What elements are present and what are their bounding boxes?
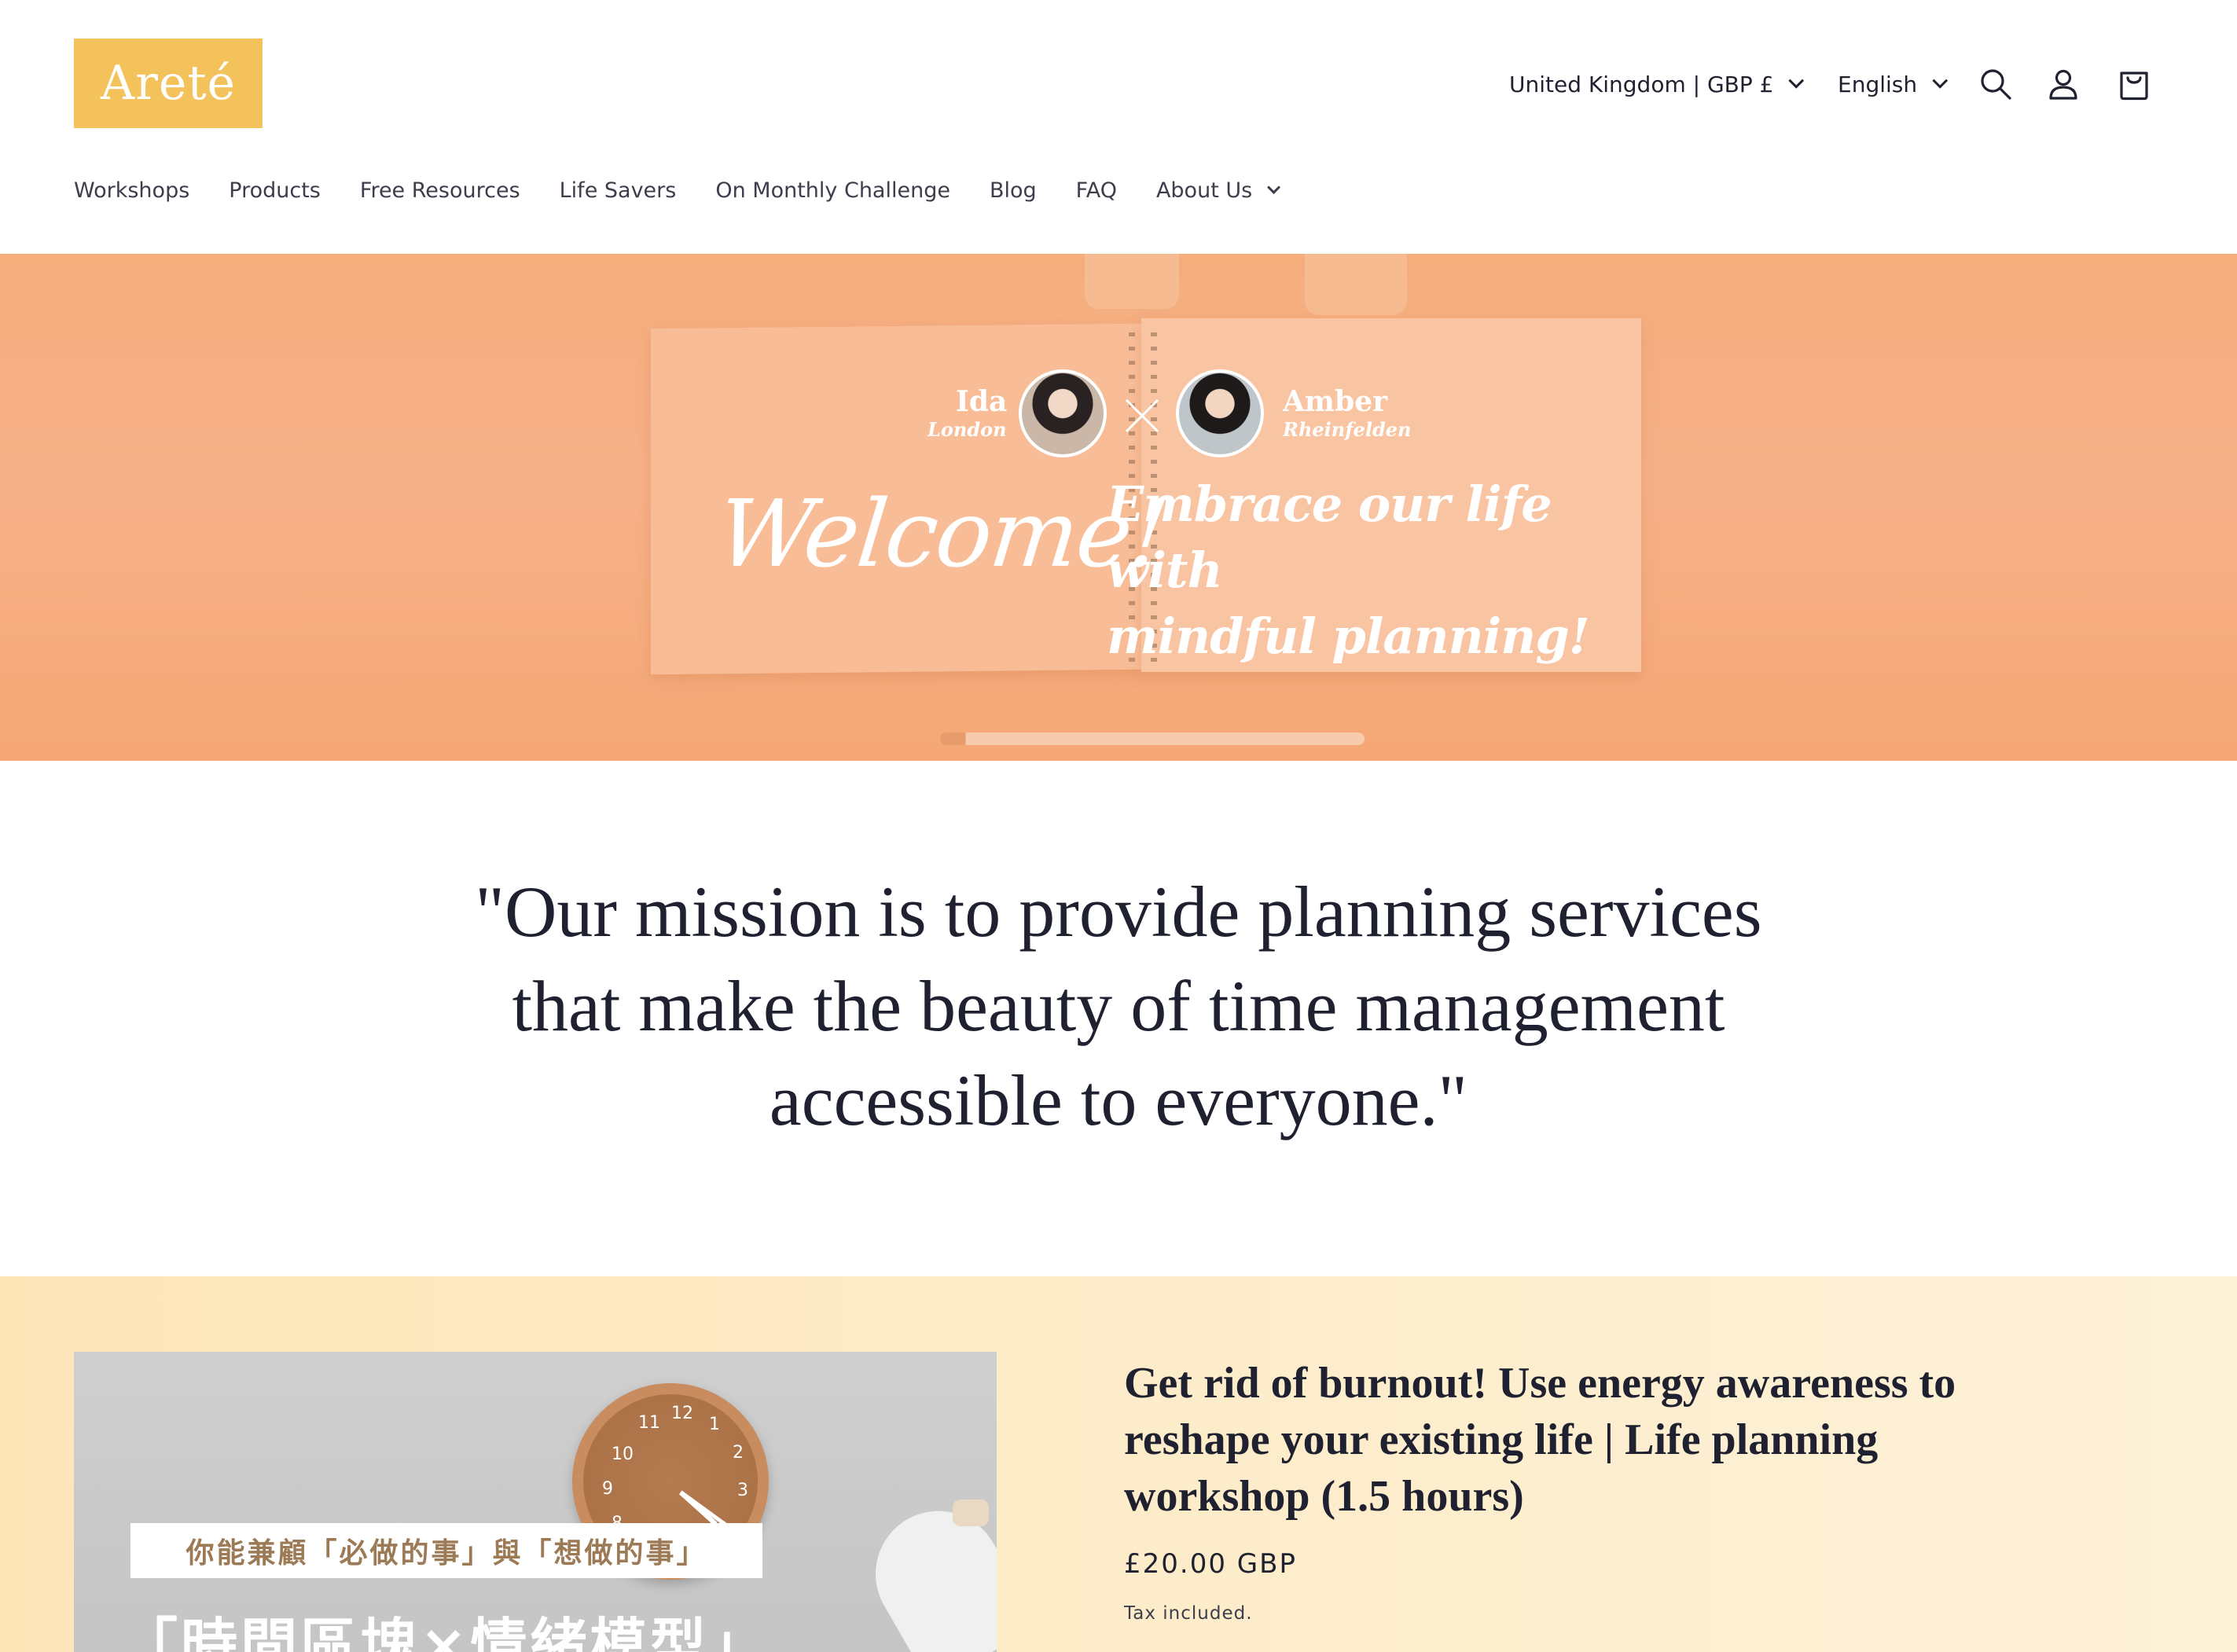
hero-tagline-line: mindful planning! bbox=[1107, 608, 1590, 665]
nav-label: Products bbox=[229, 178, 321, 203]
avatar-ida bbox=[1019, 369, 1107, 457]
site-header: Areté United Kingdom | GBP £ English Wor… bbox=[0, 0, 2237, 254]
cart-button[interactable] bbox=[2110, 60, 2158, 108]
chevron-down-icon bbox=[1788, 72, 1805, 89]
nav-label: About Us bbox=[1155, 178, 1253, 203]
nav-label: On Monthly Challenge bbox=[715, 178, 950, 203]
chevron-down-icon bbox=[1267, 180, 1281, 194]
nav-item-monthly-challenge[interactable]: On Monthly Challenge bbox=[715, 178, 950, 203]
nav-item-products[interactable]: Products bbox=[229, 178, 321, 203]
nav-item-faq[interactable]: FAQ bbox=[1076, 178, 1117, 203]
nav-label: Workshops bbox=[74, 178, 190, 203]
clock-number: 3 bbox=[737, 1481, 748, 1500]
mission-quote: "Our mission is to provide planning serv… bbox=[475, 872, 1762, 1140]
hero-tagline-line: Embrace our life with bbox=[1107, 475, 1552, 599]
nav-item-free-resources[interactable]: Free Resources bbox=[360, 178, 520, 203]
product-price: £20.00 GBP bbox=[1124, 1548, 1297, 1580]
clock-number: 11 bbox=[638, 1413, 660, 1433]
country-selector-label: United Kingdom | GBP £ bbox=[1509, 71, 1774, 97]
nav-item-blog[interactable]: Blog bbox=[990, 178, 1037, 203]
nav-label: Life Savers bbox=[559, 178, 677, 203]
nav-label: FAQ bbox=[1075, 178, 1117, 203]
hero-welcome: Welcome! bbox=[712, 479, 1172, 588]
nav-item-about-us[interactable]: About Us bbox=[1155, 178, 1281, 203]
hero-decor bbox=[1305, 254, 1407, 315]
pencil-decor bbox=[940, 732, 1365, 745]
cart-icon bbox=[2120, 72, 2148, 101]
product-image-title: 「時間區塊×情緒模型」 bbox=[121, 1612, 770, 1652]
nav-item-workshops[interactable]: Workshops bbox=[74, 178, 189, 203]
nav-label: Blog bbox=[989, 178, 1037, 203]
product-title[interactable]: Get rid of burnout! Use energy awareness… bbox=[1124, 1355, 2036, 1525]
featured-product: 11 12 1 2 10 9 3 8 你能兼顧「必做的事」與「想做的事」 「時間… bbox=[0, 1276, 2237, 1652]
nav-label: Free Resources bbox=[359, 178, 520, 203]
search-button[interactable] bbox=[1971, 60, 2020, 108]
hero-decor bbox=[1085, 254, 1179, 309]
person-city-ida: London bbox=[927, 418, 1007, 441]
language-selector[interactable]: English bbox=[1838, 55, 1949, 113]
account-icon bbox=[2049, 69, 2077, 100]
clock-number: 1 bbox=[709, 1415, 720, 1434]
main-nav: Workshops Products Free Resources Life S… bbox=[74, 171, 1315, 209]
person-name-ida: Ida bbox=[956, 385, 1008, 418]
times-icon bbox=[1125, 398, 1159, 433]
hero-tagline: Embrace our life with mindful planning! bbox=[1107, 472, 1673, 670]
chevron-down-icon bbox=[1932, 72, 1949, 89]
nav-item-life-savers[interactable]: Life Savers bbox=[560, 178, 677, 203]
account-button[interactable] bbox=[2039, 60, 2088, 108]
product-tax-note: Tax included. bbox=[1124, 1603, 1253, 1624]
clock-number: 9 bbox=[602, 1479, 613, 1499]
logo[interactable]: Areté bbox=[74, 39, 263, 128]
avatar-amber bbox=[1176, 369, 1264, 457]
clock-number: 10 bbox=[612, 1445, 634, 1464]
country-selector[interactable]: United Kingdom | GBP £ bbox=[1509, 55, 1805, 113]
search-icon bbox=[1981, 69, 2011, 100]
product-image-subtitle: 你能兼顧「必做的事」與「想做的事」 bbox=[130, 1523, 762, 1578]
person-name-amber: Amber bbox=[1283, 385, 1388, 418]
clock-number: 2 bbox=[733, 1443, 744, 1463]
person-city-amber: Rheinfelden bbox=[1283, 418, 1412, 441]
product-image[interactable]: 11 12 1 2 10 9 3 8 你能兼顧「必做的事」與「想做的事」 「時間… bbox=[74, 1352, 997, 1652]
language-selector-label: English bbox=[1838, 71, 1918, 97]
lamp-illustration bbox=[953, 1500, 989, 1526]
clock-number: 12 bbox=[671, 1404, 693, 1423]
